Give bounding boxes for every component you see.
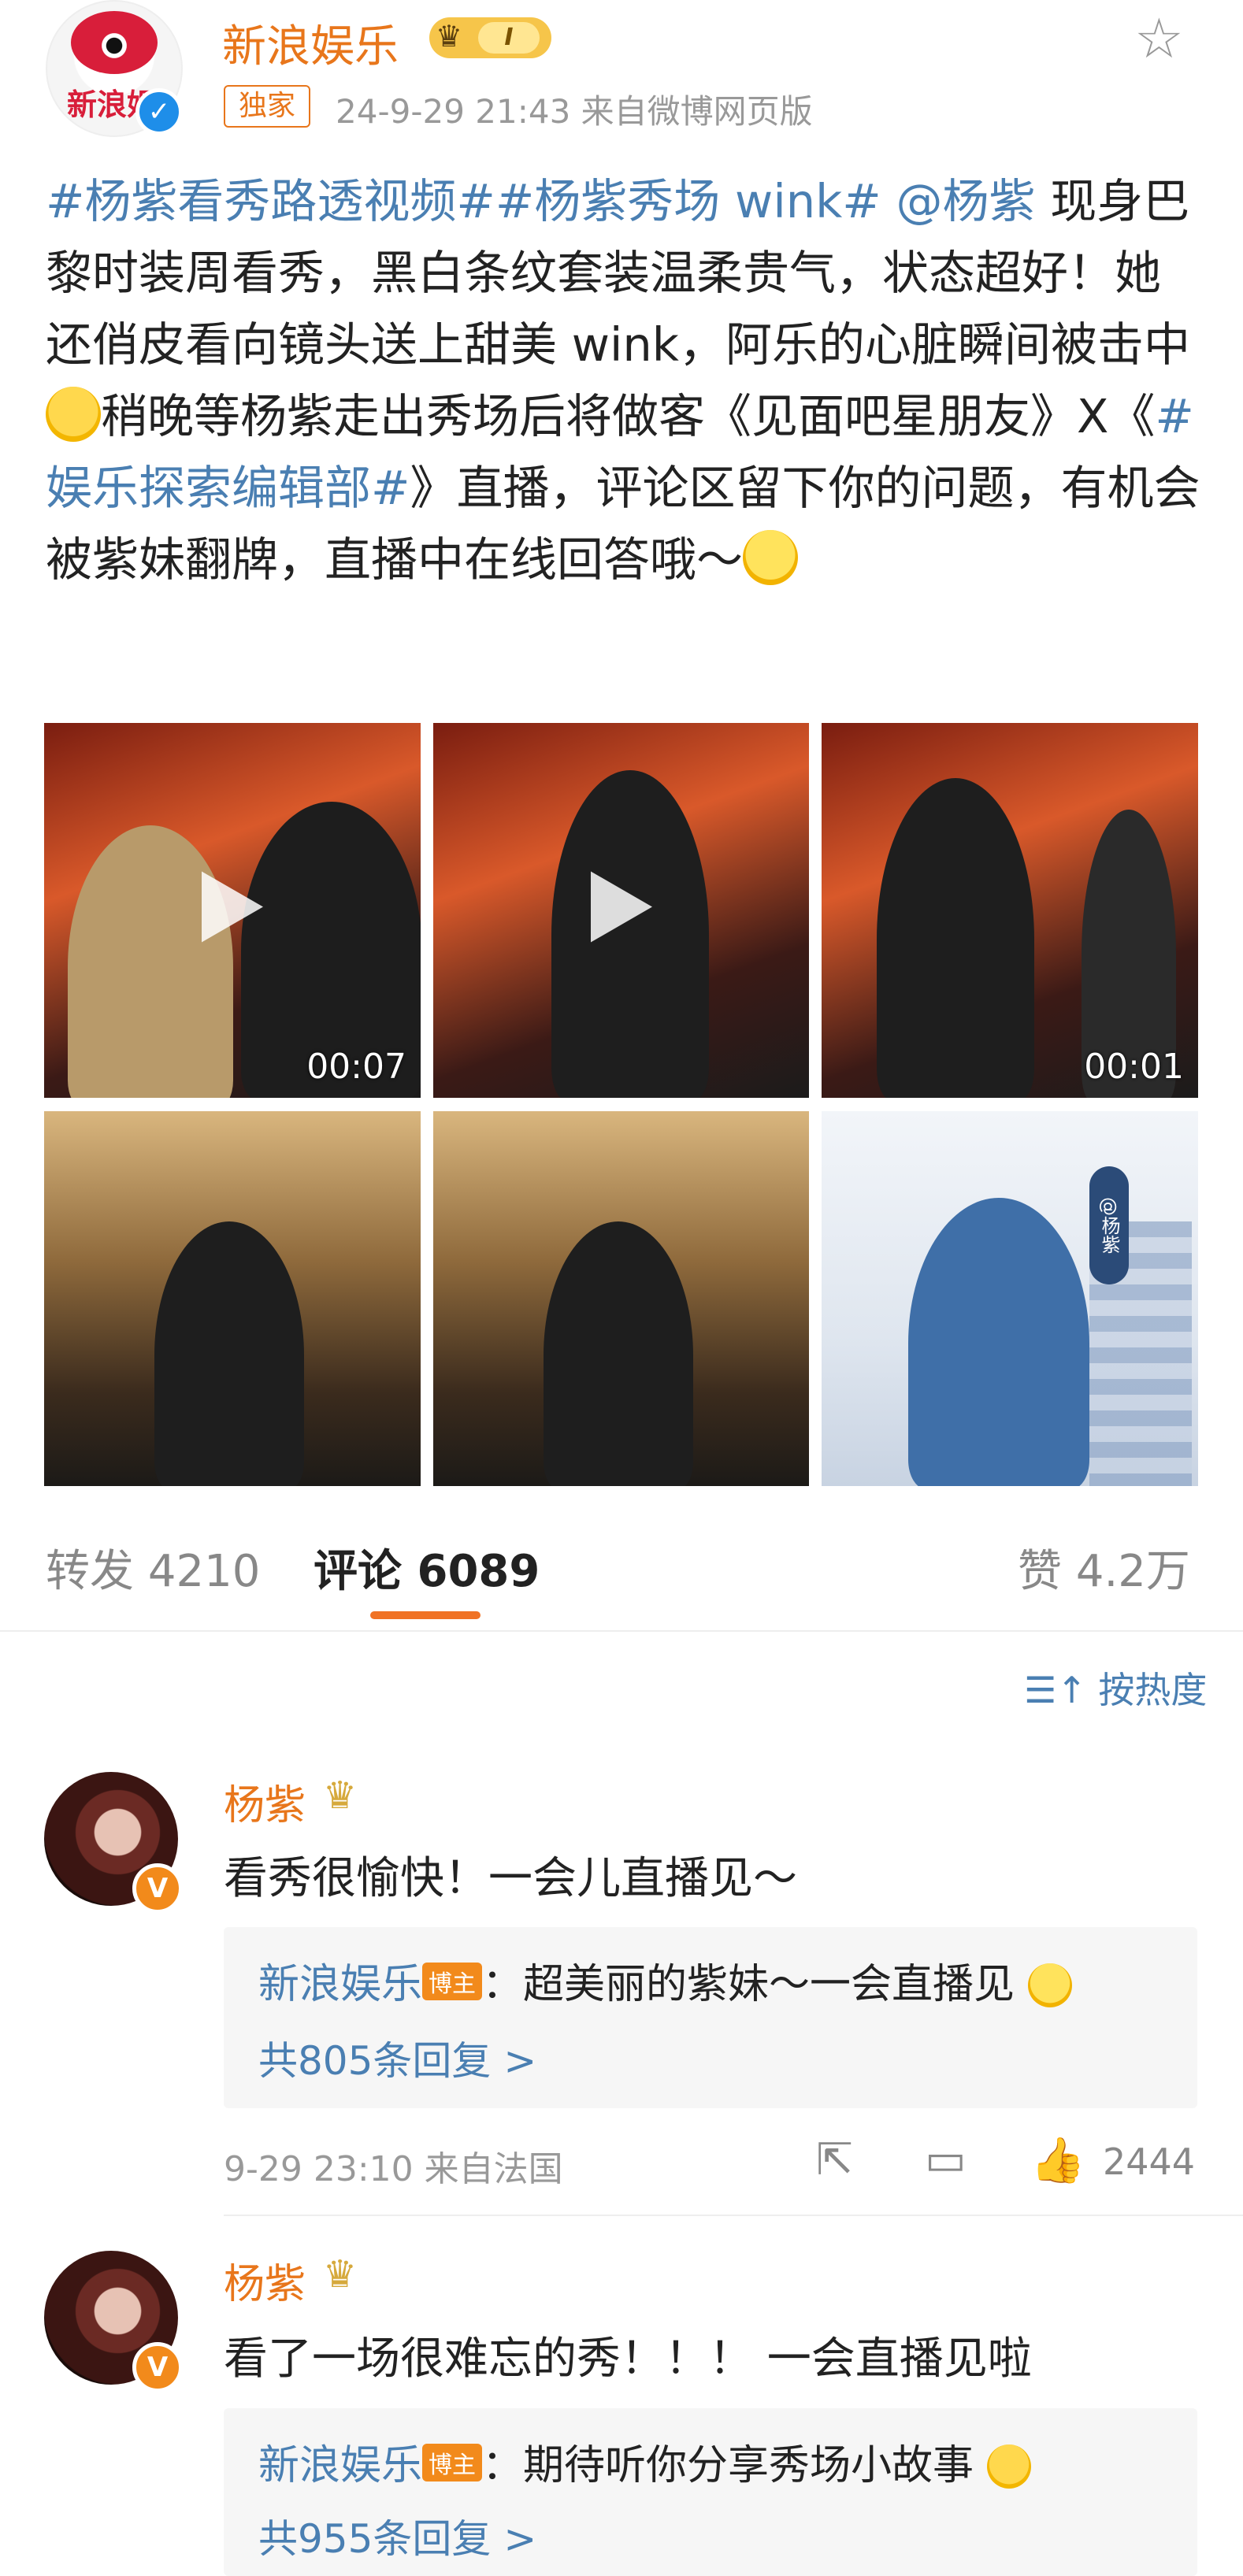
member-level-badge[interactable]: ♛ I [429, 17, 551, 58]
crown-icon: ♛ [323, 1774, 358, 1818]
reply-icon[interactable]: ▭ [925, 2134, 967, 2185]
emoji-icon [1027, 1963, 1072, 2007]
video-duration: 00:01 [1084, 1047, 1184, 1087]
favorite-star-icon[interactable]: ☆ [1134, 6, 1184, 71]
comment-text: 看秀很愉快！一会儿直播见～ [224, 1853, 797, 1904]
sort-label: 按热度 [1098, 1669, 1208, 1711]
reply-author[interactable]: 新浪娱乐 [258, 1961, 422, 2008]
comment-count: 6089 [417, 1546, 540, 1597]
media-image-4[interactable] [44, 1111, 421, 1486]
repost-count: 4210 [147, 1546, 261, 1597]
play-icon [202, 871, 263, 943]
sina-eye-logo-icon [71, 11, 158, 74]
heart-eyes-emoji-icon [46, 387, 101, 442]
sort-icon: ☰↑ [1024, 1669, 1087, 1711]
host-tag: 博主 [422, 1963, 483, 2000]
post-body: #杨紫看秀路透视频##杨紫秀场 wink# @杨紫 现身巴黎时装周看秀，黑白条纹… [46, 165, 1204, 595]
mention-link[interactable]: @杨紫 [896, 174, 1035, 228]
reply-text: ：期待听你分享秀场小故事 [482, 2442, 974, 2489]
verified-orange-icon: V [132, 1863, 183, 1914]
commenter-name[interactable]: 杨紫 [224, 2251, 306, 2310]
comment-meta: 9-29 23:10 来自法国 [224, 2149, 563, 2189]
media-video-2[interactable] [433, 723, 809, 1098]
comment-like-count: 2444 [1103, 2140, 1196, 2183]
view-replies-link[interactable]: 共805条回复 > [258, 2029, 536, 2086]
like-thumb-icon[interactable]: 👍 [1030, 2134, 1085, 2186]
tag-label: @杨紫 [1089, 1166, 1129, 1284]
crown-icon: ♛ [436, 19, 463, 54]
exclusive-tag: 独家 [224, 85, 310, 128]
divider [0, 1630, 1243, 1632]
like-count: 4.2万 [1075, 1546, 1190, 1597]
media-image-5[interactable] [433, 1111, 809, 1486]
sort-button[interactable]: ☰↑ 按热度 [1024, 1662, 1207, 1714]
surprised-emoji-icon [743, 530, 799, 585]
divider [224, 2215, 1243, 2216]
play-icon [590, 871, 652, 943]
host-tag: 博主 [422, 2444, 483, 2481]
comment-label: 评论 [314, 1546, 402, 1597]
emoji-icon [986, 2444, 1031, 2489]
share-icon[interactable]: ⇱ [816, 2134, 853, 2185]
media-video-3[interactable]: 00:01 [822, 723, 1198, 1098]
post-text-2: 稍晚等杨紫走出秀场后将做客《见面吧星朋友》X《 [101, 389, 1156, 443]
like-label: 赞 [1018, 1546, 1062, 1597]
post-meta: 24-9-29 21:43 来自微博网页版 [336, 92, 813, 131]
repost-tab[interactable]: 转发 4210 [46, 1536, 260, 1599]
like-tab[interactable]: 赞 4.2万 [1018, 1536, 1190, 1599]
hashtag-link[interactable]: #杨紫看秀路透视频##杨紫秀场 wink# [46, 174, 881, 228]
verified-icon: ✓ [135, 88, 183, 135]
reply-author[interactable]: 新浪娱乐 [258, 2442, 422, 2489]
active-tab-indicator [370, 1611, 481, 1619]
view-replies-link[interactable]: 共955条回复 > [258, 2507, 536, 2564]
reply-preview[interactable]: 新浪娱乐 博主 ：超美丽的紫妹～一会直播见 共805条回复 > [224, 1927, 1197, 2108]
commenter-name[interactable]: 杨紫 [224, 1772, 306, 1831]
comment-text: 看了一场很难忘的秀！！！ 一会直播见啦 [224, 2333, 1032, 2385]
comment-tab[interactable]: 评论 6089 [314, 1536, 540, 1599]
crown-icon: ♛ [323, 2252, 358, 2296]
verified-orange-icon: V [132, 2342, 183, 2393]
media-video-1[interactable]: 00:07 [44, 723, 421, 1098]
reply-text: ：超美丽的紫妹～一会直播见 [482, 1961, 1015, 2008]
media-image-6[interactable]: @杨紫 [822, 1111, 1198, 1486]
video-duration: 00:07 [306, 1047, 406, 1087]
author-name[interactable]: 新浪娱乐 [222, 11, 399, 75]
repost-label: 转发 [46, 1546, 134, 1597]
reply-preview[interactable]: 新浪娱乐 博主 ：期待听你分享秀场小故事 共955条回复 > [224, 2408, 1197, 2576]
level-label: I [478, 22, 540, 54]
